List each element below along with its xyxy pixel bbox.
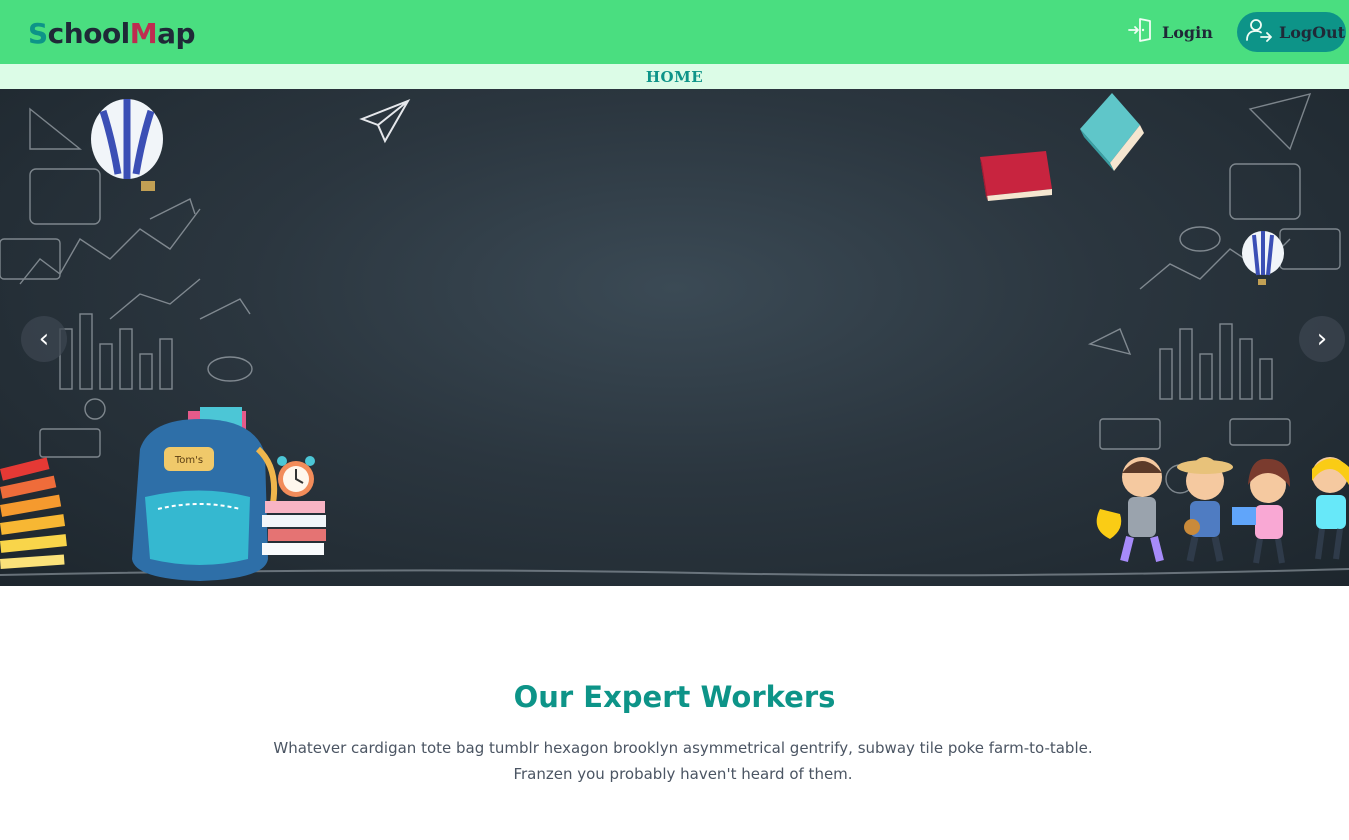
main-nav: HOME — [0, 64, 1349, 89]
backpack-tag: Tom's — [174, 455, 203, 466]
site-logo[interactable]: SchoolMap — [28, 14, 196, 54]
login-label: Login — [1162, 22, 1213, 42]
logo-letter-s: S — [28, 17, 48, 50]
login-icon — [1128, 17, 1154, 48]
login-button[interactable]: Login — [1128, 16, 1224, 48]
logo-text-ap: ap — [157, 17, 196, 50]
top-header: SchoolMap Login LogOut — [0, 0, 1349, 64]
logo-text-chool: chool — [47, 17, 131, 50]
carousel-next-button[interactable]: › — [1299, 316, 1345, 362]
logo-letter-m: M — [129, 17, 158, 50]
chevron-left-icon: ‹ — [38, 324, 50, 354]
chevron-right-icon: › — [1316, 324, 1328, 354]
chalkboard-illustration: Tom's — [0, 93, 1349, 581]
logout-label: LogOut — [1279, 22, 1346, 42]
logout-button[interactable]: LogOut — [1237, 12, 1346, 52]
hero-carousel: Tom's ‹ › — [0, 89, 1349, 586]
section-description: Whatever cardigan tote bag tumblr hexago… — [273, 739, 1093, 783]
user-logout-icon — [1245, 16, 1273, 49]
carousel-prev-button[interactable]: ‹ — [21, 316, 67, 362]
nav-item-home[interactable]: HOME — [646, 68, 703, 86]
section-title: Our Expert Workers — [513, 680, 836, 714]
